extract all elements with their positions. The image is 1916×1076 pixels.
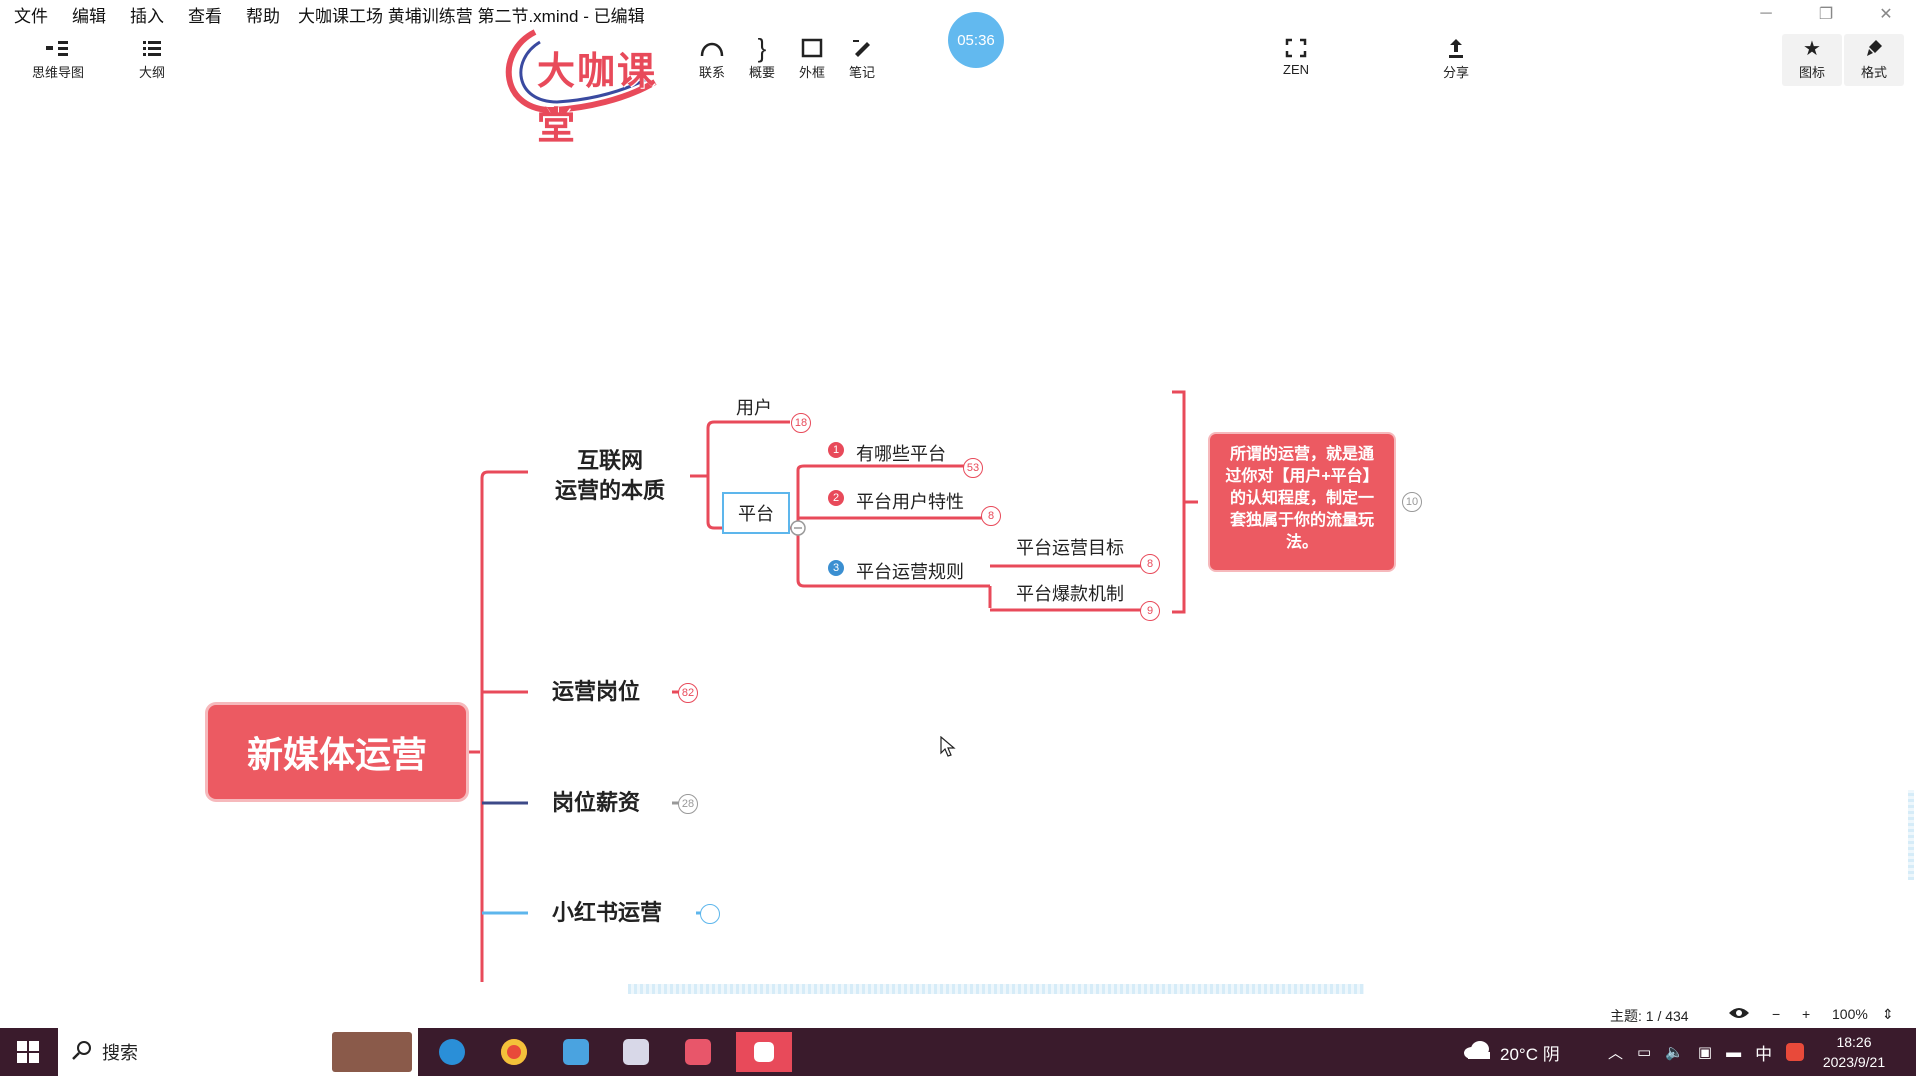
collapsed-count-badge[interactable]: 82 [678, 683, 698, 703]
taskbar-app-edge[interactable] [428, 1032, 476, 1072]
horizontal-scrollbar[interactable] [628, 984, 1364, 994]
collapsed-count-badge[interactable]: 9 [1140, 601, 1160, 621]
taskbar-search[interactable]: 搜索 [58, 1028, 418, 1076]
topic-ops-positions[interactable]: 运营岗位 [552, 677, 640, 707]
zoom-in-button[interactable]: + [1802, 1006, 1810, 1022]
topic-viral-mechanism[interactable]: 平台爆款机制 [1016, 580, 1124, 606]
taskbar-app-chrome[interactable] [490, 1032, 538, 1072]
status-bar: 主题: 1 / 434 − + 100% ⇕ [0, 1002, 1916, 1026]
summary-callout[interactable]: 所谓的运营，就是通过你对【用户+平台】的认知程度，制定一套独属于你的流量玩法。 [1210, 434, 1394, 570]
clock-time: 18:26 [1836, 1034, 1872, 1050]
search-highlight-image [332, 1032, 412, 1072]
monitor-icon[interactable]: ▣ [1698, 1043, 1712, 1061]
collapsed-count-badge[interactable]: 8 [981, 506, 1001, 526]
folder-icon [685, 1039, 711, 1065]
topic-xiaohongshu-ops[interactable]: 小红书运营 [552, 898, 662, 928]
collapsed-count-badge[interactable]: 18 [791, 413, 811, 433]
xmind-icon [754, 1042, 774, 1062]
topic-platform[interactable]: 平台 [722, 492, 790, 534]
notes-icon [563, 1039, 589, 1065]
system-tray: ︿ ▭ 🔈 ▣ ▬ 中 [1608, 1028, 1805, 1076]
taskbar-clock[interactable]: 18:26 2023/9/21 [1806, 1032, 1902, 1072]
vertical-scrollbar[interactable] [1908, 790, 1914, 880]
topic-line-1: 互联网 [576, 448, 643, 473]
tray-expand-icon[interactable]: ︿ [1608, 1042, 1623, 1063]
topic-counter: 主题: 1 / 434 [1610, 1008, 1689, 1024]
zoom-out-button[interactable]: − [1772, 1006, 1780, 1022]
collapsed-count-badge[interactable]: 10 [1402, 492, 1422, 512]
app-window: 文件 编辑 插入 查看 帮助 大咖课工场 黄埔训练营 第二节.xmind - 已… [0, 0, 1916, 1076]
taskbar-app-notes[interactable] [552, 1032, 600, 1072]
expand-toggle-icon[interactable] [700, 904, 720, 924]
edge-icon [439, 1039, 465, 1065]
topic-which-platforms[interactable]: 有哪些平台 [856, 440, 946, 466]
clock-date: 2023/9/21 [1822, 1054, 1886, 1070]
eye-icon[interactable] [1728, 1006, 1750, 1023]
topic-line-2: 运营的本质 [554, 478, 665, 503]
taskbar-app-recorder[interactable] [612, 1032, 660, 1072]
mindmap-root-topic[interactable]: 新媒体运营 [208, 705, 466, 799]
zoom-stepper-icon[interactable]: ⇕ [1882, 1006, 1894, 1023]
ime-indicator[interactable]: 中 [1755, 1040, 1772, 1065]
topic-platform-rules[interactable]: 平台运营规则 [856, 558, 964, 584]
topic-platform-goals[interactable]: 平台运营目标 [1016, 534, 1124, 560]
collapsed-count-badge[interactable]: 53 [963, 458, 983, 478]
recorder-icon [623, 1039, 649, 1065]
topic-user[interactable]: 用户 [736, 394, 772, 420]
mouse-cursor-icon [940, 736, 956, 757]
search-icon [72, 1040, 92, 1065]
windows-logo-icon [17, 1041, 39, 1063]
volume-icon[interactable]: 🔈 [1665, 1043, 1684, 1061]
topic-platform-user-traits[interactable]: 平台用户特性 [856, 488, 964, 514]
network-icon[interactable]: ▭ [1637, 1043, 1651, 1061]
sogou-icon[interactable] [1786, 1043, 1805, 1061]
weather-text: 20°C 阴 [1500, 1044, 1560, 1064]
chrome-icon [501, 1039, 527, 1065]
taskbar: 搜索 20°C 阴 ︿ ▭ 🔈 ▣ ▬ 中 18:26 2023/9/21 [0, 1028, 1916, 1076]
weather-widget[interactable]: 20°C 阴 [1462, 1028, 1560, 1076]
topic-position-salary[interactable]: 岗位薪资 [552, 788, 640, 818]
cloud-icon [1462, 1040, 1492, 1065]
taskbar-app-xmind[interactable] [736, 1032, 792, 1072]
priority-1-icon: 1 [828, 442, 844, 458]
topic-internet-ops-essence[interactable]: 互联网 运营的本质 [548, 446, 672, 506]
windows-start-button[interactable] [0, 1028, 56, 1076]
priority-2-icon: 2 [828, 490, 844, 506]
battery-icon[interactable]: ▬ [1726, 1044, 1741, 1061]
search-label: 搜索 [102, 1043, 138, 1063]
collapsed-count-badge[interactable]: 8 [1140, 554, 1160, 574]
collapsed-count-badge[interactable]: 28 [678, 794, 698, 814]
zoom-level[interactable]: 100% [1832, 1006, 1868, 1022]
priority-3-icon: 3 [828, 560, 844, 576]
taskbar-app-explorer[interactable] [674, 1032, 722, 1072]
